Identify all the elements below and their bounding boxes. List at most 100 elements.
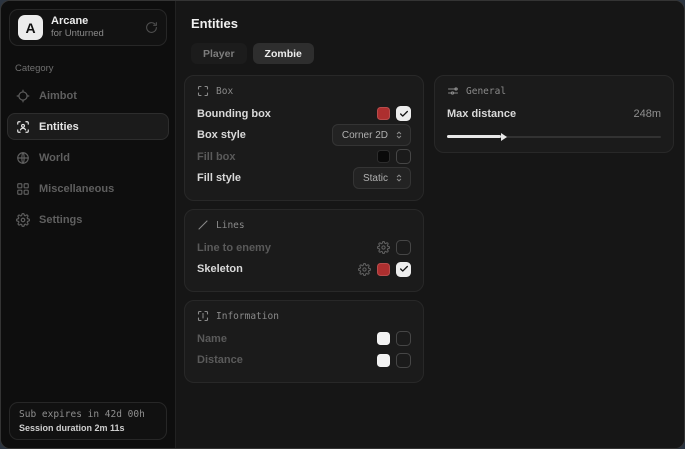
skeleton-row: Skeleton — [197, 259, 411, 281]
brand-card: A Arcane for Unturned — [9, 9, 167, 46]
slider-value: 248m — [633, 108, 661, 120]
bounding-box-checkbox[interactable] — [396, 106, 411, 121]
row-label: Box style — [197, 129, 246, 141]
sidebar-item-label: Settings — [39, 214, 82, 226]
sidebar-item-label: Miscellaneous — [39, 183, 114, 195]
right-column: General Max distance 248m — [434, 75, 674, 153]
row-controls — [377, 149, 411, 164]
select-value: Corner 2D — [342, 130, 388, 141]
distance-row: Distance — [197, 350, 411, 372]
box-card: Box Bounding box Box style — [184, 75, 424, 201]
distance-checkbox[interactable] — [396, 353, 411, 368]
color-swatch[interactable] — [377, 263, 390, 276]
line-to-enemy-checkbox[interactable] — [396, 240, 411, 255]
check-icon — [399, 264, 409, 274]
sidebar: A Arcane for Unturned Category Aimbot — [1, 1, 176, 448]
fill-style-select[interactable]: Static — [353, 167, 411, 189]
lines-card-header: Lines — [197, 219, 411, 231]
app-title: Arcane — [51, 15, 137, 28]
color-swatch[interactable] — [377, 150, 390, 163]
main-panel: Entities Player Zombie Box — [176, 1, 685, 448]
max-distance-slider[interactable] — [447, 132, 661, 141]
row-label: Bounding box — [197, 108, 271, 120]
globe-icon — [16, 151, 30, 165]
left-column: Box Bounding box Box style — [184, 75, 424, 383]
sync-icon[interactable] — [145, 21, 158, 34]
box-style-select[interactable]: Corner 2D — [332, 124, 411, 146]
row-label: Skeleton — [197, 263, 243, 275]
color-swatch[interactable] — [377, 354, 390, 367]
brand-text: Arcane for Unturned — [51, 15, 137, 40]
check-icon — [399, 109, 409, 119]
row-label: Line to enemy — [197, 242, 271, 254]
row-label: Fill style — [197, 172, 241, 184]
slider-label: Max distance — [447, 108, 516, 120]
row-controls — [377, 353, 411, 368]
app-subtitle: for Unturned — [51, 29, 137, 40]
row-controls — [377, 240, 411, 255]
grid-icon — [16, 182, 30, 196]
row-controls — [358, 262, 411, 277]
row-controls — [377, 331, 411, 346]
sidebar-item-aimbot[interactable]: Aimbot — [7, 82, 169, 109]
app-logo: A — [18, 15, 43, 40]
page-title: Entities — [191, 16, 674, 31]
app-window: A Arcane for Unturned Category Aimbot — [0, 0, 685, 449]
sidebar-item-settings[interactable]: Settings — [7, 206, 169, 233]
sidebar-nav: Aimbot Entities World — [1, 82, 175, 233]
general-card-header: General — [447, 85, 661, 97]
sidebar-item-miscellaneous[interactable]: Miscellaneous — [7, 175, 169, 202]
card-title: Box — [216, 86, 233, 97]
row-controls: Corner 2D — [332, 124, 411, 146]
name-checkbox[interactable] — [396, 331, 411, 346]
row-label: Distance — [197, 354, 243, 366]
tab-player[interactable]: Player — [191, 43, 247, 64]
information-card: Information Name Distance — [184, 300, 424, 383]
gear-icon — [16, 213, 30, 227]
content-area: Box Bounding box Box style — [184, 75, 674, 383]
chevrons-up-down-icon — [394, 130, 404, 140]
row-controls: Static — [353, 167, 411, 189]
sidebar-item-label: Aimbot — [39, 90, 77, 102]
entity-tabs: Player Zombie — [191, 43, 674, 64]
skeleton-settings-gear-icon[interactable] — [358, 263, 371, 276]
category-label: Category — [15, 63, 161, 74]
slider-fill[interactable] — [447, 135, 501, 138]
box-card-header: Box — [197, 85, 411, 97]
sliders-icon — [447, 85, 459, 97]
information-card-header: Information — [197, 310, 411, 322]
sidebar-item-entities[interactable]: Entities — [7, 113, 169, 140]
select-value: Static — [363, 173, 388, 184]
sidebar-item-world[interactable]: World — [7, 144, 169, 171]
color-swatch[interactable] — [377, 107, 390, 120]
general-card: General Max distance 248m — [434, 75, 674, 153]
crosshair-icon — [16, 89, 30, 103]
subscription-status-card: Sub expires in 42d 00h Session duration … — [9, 402, 167, 440]
diagonal-line-icon — [197, 219, 209, 231]
box-corners-icon — [197, 85, 209, 97]
session-duration-text: Session duration 2m 11s — [19, 423, 157, 433]
fill-box-checkbox[interactable] — [396, 149, 411, 164]
chevrons-up-down-icon — [394, 173, 404, 183]
row-label: Fill box — [197, 151, 236, 163]
card-title: General — [466, 86, 506, 97]
row-controls — [377, 106, 411, 121]
max-distance-row: Max distance 248m — [447, 103, 661, 124]
name-row: Name — [197, 328, 411, 350]
color-swatch[interactable] — [377, 332, 390, 345]
card-title: Information — [216, 311, 279, 322]
fill-box-row: Fill box — [197, 146, 411, 168]
line-to-enemy-row: Line to enemy — [197, 237, 411, 259]
tab-zombie[interactable]: Zombie — [253, 43, 314, 64]
skeleton-checkbox[interactable] — [396, 262, 411, 277]
lines-card: Lines Line to enemy — [184, 209, 424, 292]
card-title: Lines — [216, 220, 245, 231]
sub-expiry-text: Sub expires in 42d 00h — [19, 409, 157, 420]
box-style-row: Box style Corner 2D — [197, 125, 411, 147]
row-label: Name — [197, 333, 227, 345]
line-settings-gear-icon[interactable] — [377, 241, 390, 254]
bounding-box-row: Bounding box — [197, 103, 411, 125]
entity-scan-icon — [16, 120, 30, 134]
sidebar-item-label: Entities — [39, 121, 79, 133]
fill-style-row: Fill style Static — [197, 168, 411, 190]
